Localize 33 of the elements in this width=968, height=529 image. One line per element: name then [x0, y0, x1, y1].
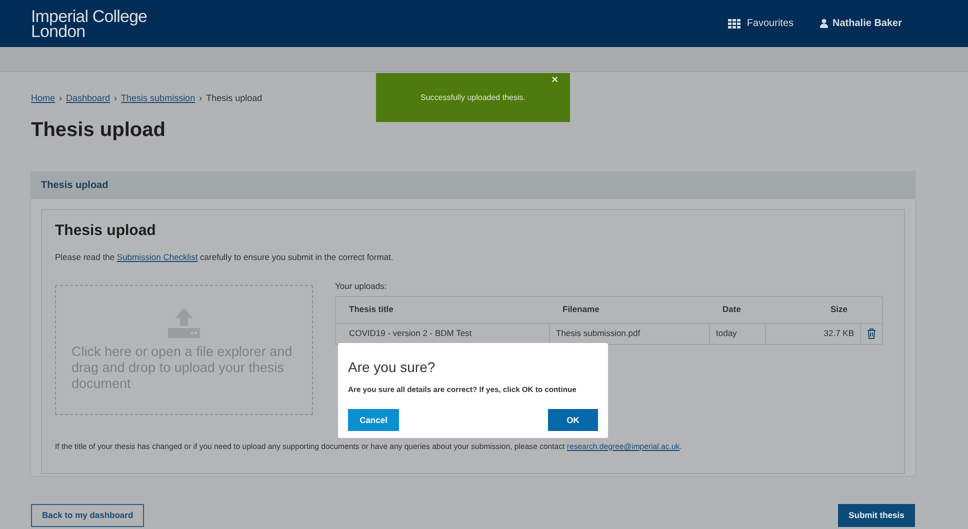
breadcrumb-link[interactable]: Home: [31, 92, 56, 106]
breadcrumb-current: Thesis upload: [206, 92, 262, 105]
column-header: Size: [766, 296, 861, 323]
upload-icon: [168, 308, 200, 338]
column-header: Date: [710, 296, 766, 323]
panel-title: Thesis upload: [41, 178, 108, 192]
close-button[interactable]: ×: [552, 75, 558, 86]
column-header: Filename: [550, 296, 710, 323]
logo[interactable]: Imperial College London: [31, 8, 148, 38]
breadcrumb-separator: ›: [114, 92, 118, 105]
uploads-label: Your uploads:: [335, 280, 388, 292]
submit-button[interactable]: Submit thesis: [838, 504, 915, 526]
user-menu[interactable]: Nathalie Baker: [820, 16, 902, 31]
favourites-button[interactable]: Favourites: [728, 16, 794, 31]
breadcrumb-link[interactable]: Thesis submission: [121, 92, 196, 106]
intro-text: Please read the Submission Checklist carefully to ensure you submit in the correct format.: [55, 251, 394, 264]
page-title: Thesis upload: [31, 118, 166, 142]
column-header: Thesis title: [336, 296, 550, 323]
breadcrumb-separator: ›: [199, 92, 202, 105]
person-icon: [820, 19, 828, 28]
grid-icon: [728, 18, 741, 28]
table-cell: today: [710, 323, 766, 344]
cancel-button[interactable]: Cancel: [348, 409, 399, 432]
card-heading: Thesis upload: [55, 220, 157, 240]
table-cell: 32.7 KB: [766, 323, 861, 344]
checklist-link[interactable]: Submission Checklist: [116, 252, 198, 262]
breadcrumb-link[interactable]: Dashboard: [66, 92, 110, 106]
back-button[interactable]: Back to my dashboard: [31, 504, 144, 526]
ok-button[interactable]: OK: [548, 409, 598, 432]
trash-icon[interactable]: [867, 328, 876, 340]
toast-message: Successfully uploaded thesis.: [420, 92, 526, 104]
breadcrumb-separator: ›: [59, 92, 62, 105]
dialog-title: Are you sure?: [348, 358, 436, 377]
